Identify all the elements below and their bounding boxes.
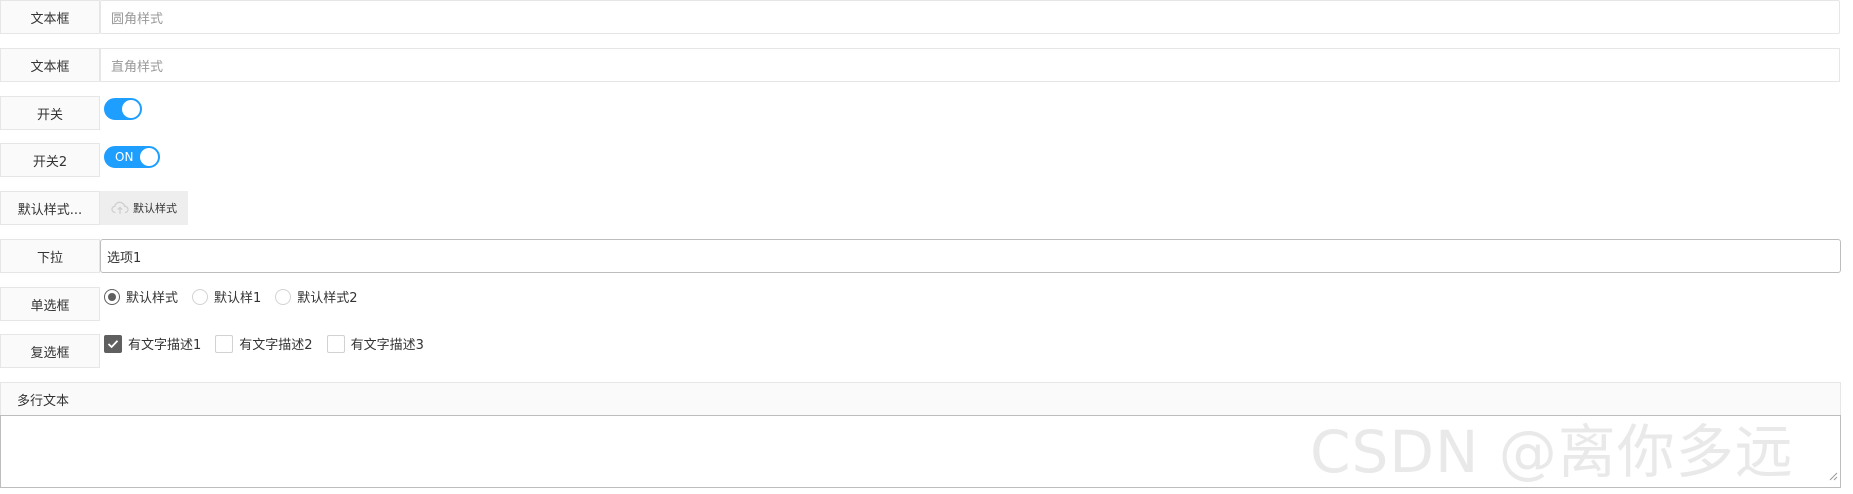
select-row: 下拉 选项1: [0, 239, 1841, 273]
radio-option-3-label: 默认样式2: [297, 291, 358, 306]
textbox-round-label: 文本框: [0, 0, 100, 34]
switch-label: 开关: [0, 96, 100, 130]
upload-button-label: 默认样式: [133, 202, 177, 215]
textarea-label: 多行文本: [0, 382, 1841, 416]
radio-checked-icon: [104, 288, 120, 305]
textarea-input[interactable]: [0, 415, 1841, 488]
checkbox-option-1-label: 有文字描述1: [128, 338, 202, 353]
select-dropdown[interactable]: 选项1: [100, 239, 1841, 273]
textbox-round-input[interactable]: 圆角样式: [100, 0, 1840, 34]
upload-row: 默认样式... 默认样式: [0, 191, 188, 225]
checkbox-option-2-label: 有文字描述2: [239, 338, 313, 353]
switch2-text: ON: [115, 150, 134, 164]
checkbox-unchecked-icon: [326, 334, 345, 353]
checkbox-option-2[interactable]: 有文字描述2: [215, 334, 313, 353]
textbox-round-placeholder: 圆角样式: [111, 11, 164, 27]
textbox-square-label: 文本框: [0, 48, 100, 82]
upload-button[interactable]: 默认样式: [100, 191, 188, 225]
switch2-label: 开关2: [0, 143, 100, 177]
switch2-knob: [140, 148, 158, 166]
radio-label: 单选框: [0, 287, 100, 321]
switch2-row: 开关2 ON: [0, 143, 160, 177]
checkbox-option-1[interactable]: 有文字描述1: [104, 334, 201, 353]
radio-option-3[interactable]: 默认样式2: [275, 287, 358, 306]
radio-option-1-label: 默认样式: [126, 291, 179, 306]
checkbox-unchecked-icon: [215, 334, 234, 353]
radio-row: 单选框 默认样式 默认样1 默认样式2: [0, 287, 372, 321]
textbox-round-row: 文本框 圆角样式: [0, 0, 1840, 34]
checkbox-row: 复选框 有文字描述1 有文字描述2 有文字描述3: [0, 334, 438, 368]
upload-label: 默认样式...: [0, 191, 100, 225]
textbox-square-placeholder: 直角样式: [111, 59, 164, 75]
radio-unchecked-icon: [275, 288, 292, 305]
radio-option-2-label: 默认样1: [214, 291, 262, 306]
checkbox-option-3-label: 有文字描述3: [350, 338, 424, 353]
switch-row: 开关: [0, 96, 142, 130]
switch-toggle[interactable]: [104, 98, 142, 120]
switch-knob: [122, 100, 140, 118]
checkbox-checked-icon: [104, 334, 122, 353]
radio-option-2[interactable]: 默认样1: [192, 287, 261, 306]
checkbox-label: 复选框: [0, 334, 100, 368]
textbox-square-input[interactable]: 直角样式: [100, 48, 1840, 82]
select-value: 选项1: [107, 250, 142, 266]
switch2-toggle[interactable]: ON: [104, 146, 160, 168]
textbox-square-row: 文本框 直角样式: [0, 48, 1840, 82]
select-label: 下拉: [0, 239, 100, 273]
radio-unchecked-icon: [192, 288, 209, 305]
resize-handle-icon[interactable]: [1828, 466, 1838, 485]
cloud-upload-icon: [111, 201, 129, 215]
checkbox-option-3[interactable]: 有文字描述3: [326, 334, 424, 353]
radio-option-1[interactable]: 默认样式: [104, 287, 178, 306]
